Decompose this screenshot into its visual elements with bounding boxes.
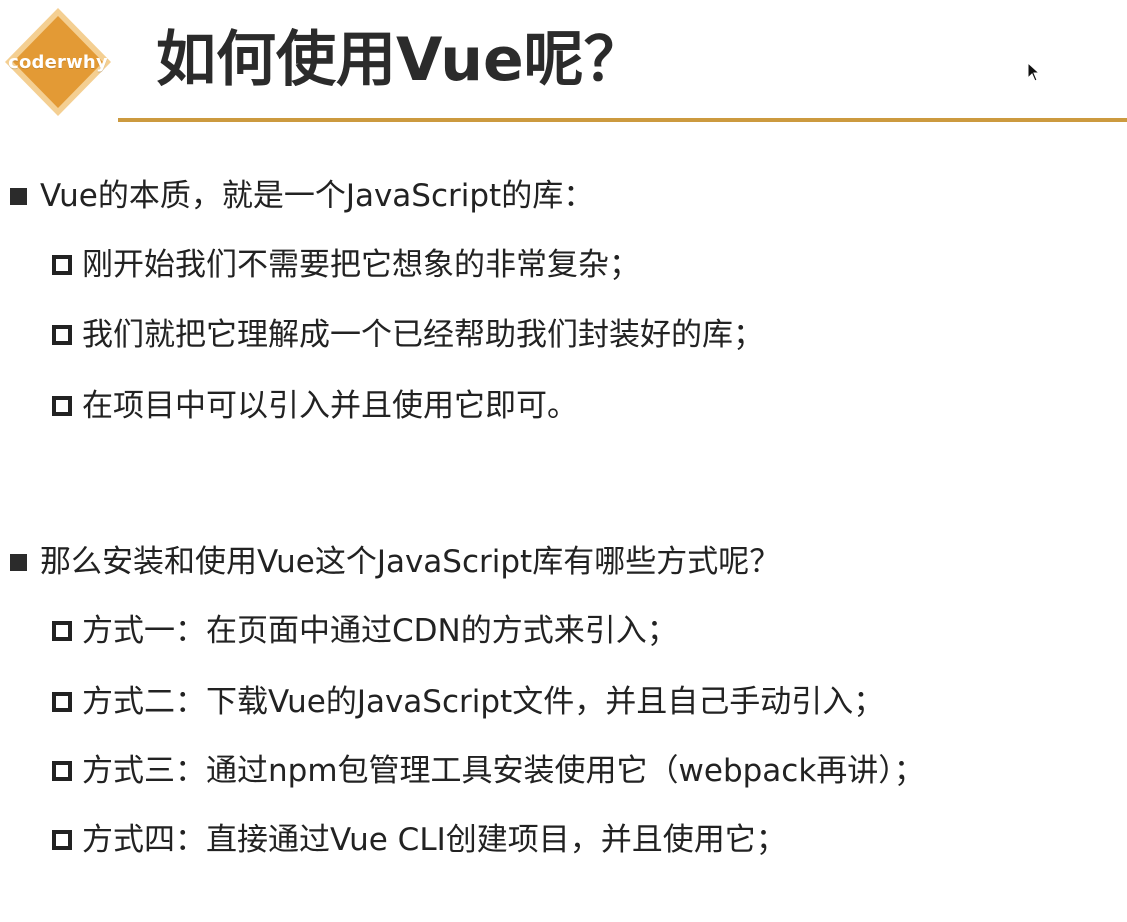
filled-square-bullet-icon: [10, 187, 27, 205]
section-1-item-1-text: 刚开始我们不需要把它想象的非常复杂；: [82, 247, 640, 283]
section-2-heading-text: 那么安装和使用Vue这个JavaScript库有哪些方式呢？: [40, 544, 781, 580]
hollow-square-bullet-icon: [52, 761, 72, 781]
section-2-item-4-text: 方式四：直接通过Vue CLI创建项目，并且使用它；: [82, 822, 787, 858]
filled-square-bullet-icon: [10, 553, 27, 571]
section-1-item-1: 刚开始我们不需要把它想象的非常复杂；: [52, 245, 640, 285]
hollow-square-bullet-icon: [52, 830, 72, 850]
section-2-item-3-text: 方式三：通过npm包管理工具安装使用它（webpack再讲）；: [82, 753, 925, 789]
section-1-heading-text: Vue的本质，就是一个JavaScript的库：: [40, 178, 595, 214]
section-2-item-4: 方式四：直接通过Vue CLI创建项目，并且使用它；: [52, 820, 787, 860]
section-1-item-2: 我们就把它理解成一个已经帮助我们封装好的库；: [52, 315, 764, 355]
section-2-heading: 那么安装和使用Vue这个JavaScript库有哪些方式呢？: [10, 542, 780, 582]
diamond-logo-icon: [5, 8, 111, 116]
mouse-pointer-icon: [1027, 62, 1041, 82]
section-2-item-2-text: 方式二：下载Vue的JavaScript文件，并且自己手动引入；: [82, 684, 885, 720]
page-title: 如何使用Vue呢？: [156, 25, 644, 95]
hollow-square-bullet-icon: [52, 621, 72, 641]
title-underline: [118, 118, 1127, 122]
hollow-square-bullet-icon: [52, 692, 72, 712]
hollow-square-bullet-icon: [52, 255, 72, 275]
section-1-heading: Vue的本质，就是一个JavaScript的库：: [10, 176, 594, 216]
hollow-square-bullet-icon: [52, 396, 72, 416]
section-2-item-3: 方式三：通过npm包管理工具安装使用它（webpack再讲）；: [52, 751, 925, 791]
section-2-item-1-text: 方式一：在页面中通过CDN的方式来引入；: [82, 613, 678, 649]
section-1-item-2-text: 我们就把它理解成一个已经帮助我们封装好的库；: [82, 317, 764, 353]
section-2-item-2: 方式二：下载Vue的JavaScript文件，并且自己手动引入；: [52, 682, 884, 722]
section-1-item-3: 在项目中可以引入并且使用它即可。: [52, 386, 578, 426]
hollow-square-bullet-icon: [52, 325, 72, 345]
section-2-item-1: 方式一：在页面中通过CDN的方式来引入；: [52, 611, 678, 651]
section-1-item-3-text: 在项目中可以引入并且使用它即可。: [82, 388, 578, 424]
coderwhy-logo: coderwhy: [3, 6, 113, 118]
